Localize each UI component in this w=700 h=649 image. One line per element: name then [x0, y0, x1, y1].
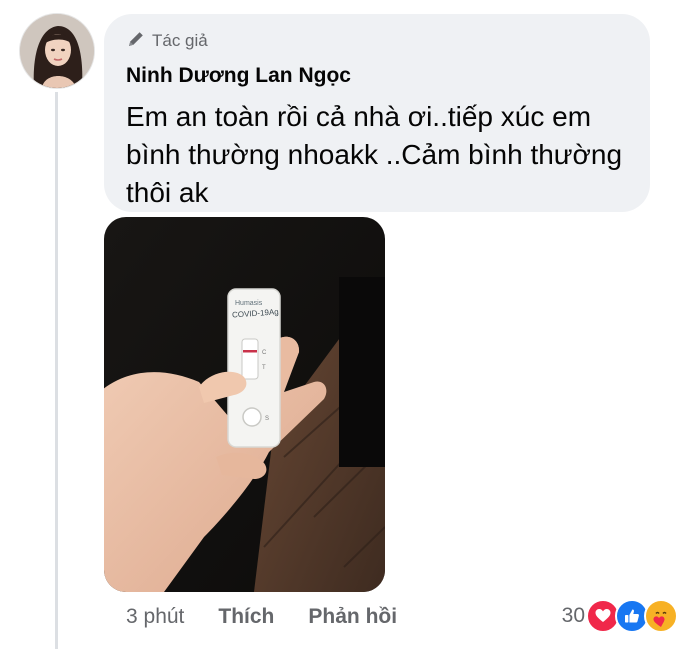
avatar[interactable]: [20, 14, 94, 88]
thread-line: [55, 92, 58, 649]
kit-mark-c: C: [262, 350, 267, 356]
comment-time[interactable]: 3 phút: [126, 605, 184, 629]
comment-photo[interactable]: Humasis COVID-19Ag C T S: [104, 217, 385, 592]
comment-text: Em an toàn rồi cả nhà ơi..tiếp xúc em bì…: [126, 101, 623, 208]
author-badge: Tác giả: [126, 28, 208, 54]
author-name[interactable]: Ninh Dương Lan Ngọc: [126, 64, 351, 88]
care-icon: [644, 599, 678, 633]
test-kit: Humasis COVID-19Ag C T S: [227, 288, 281, 448]
reaction-count: 30: [561, 604, 585, 627]
reaction-summary[interactable]: 30: [562, 598, 678, 634]
kit-brand: Humasis: [235, 300, 263, 307]
comment-footer: 3 phút Thích Phản hồi: [126, 602, 397, 632]
kit-mark-s: S: [265, 416, 269, 422]
author-badge-label: Tác giả: [152, 31, 208, 50]
like-button[interactable]: Thích: [218, 605, 274, 629]
avatar-portrait-icon: [20, 14, 94, 88]
pencil-icon: [126, 29, 146, 54]
reply-button[interactable]: Phản hồi: [308, 605, 397, 629]
comment-bubble: Tác giả Ninh Dương Lan Ngọc Em an toàn r…: [104, 14, 650, 212]
kit-mark-t: T: [262, 365, 266, 371]
